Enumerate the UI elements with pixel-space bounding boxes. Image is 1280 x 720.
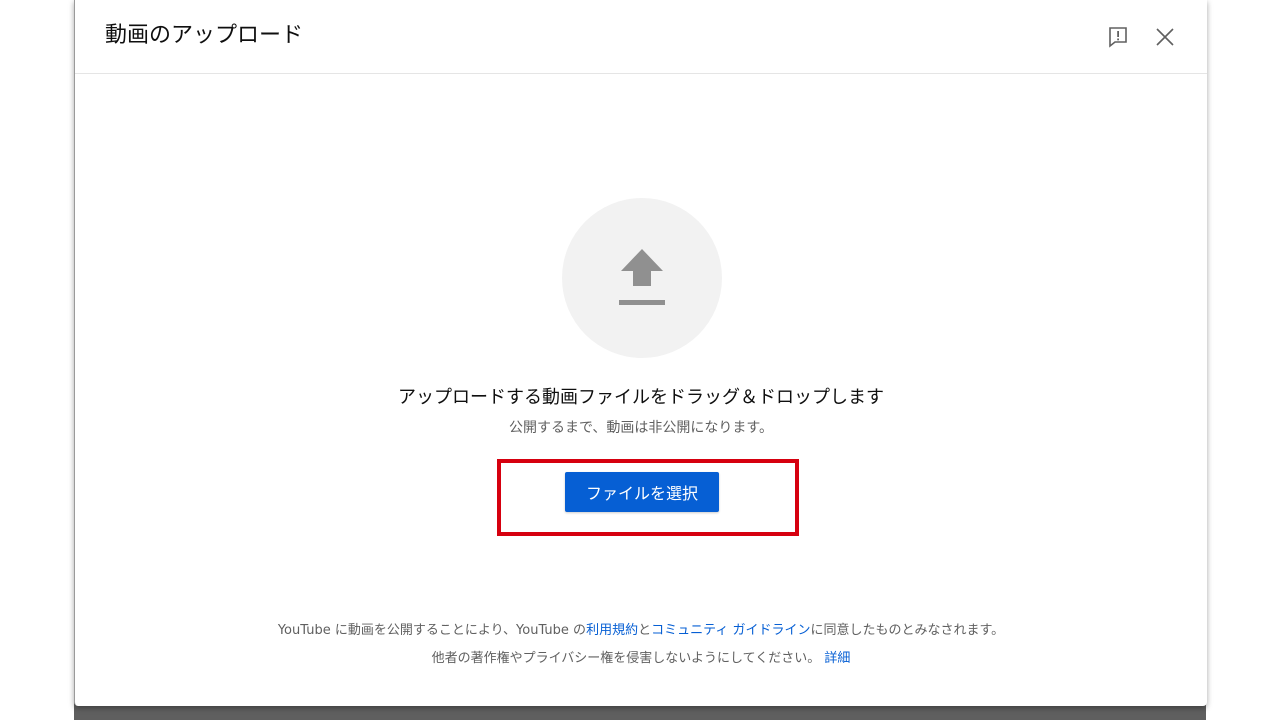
terms-notice: YouTube に動画を公開することにより、YouTube の利用規約とコミュニ… bbox=[75, 622, 1207, 640]
close-button[interactable] bbox=[1150, 22, 1180, 52]
terms-notice-text-3: に同意したものとみなされます。 bbox=[810, 623, 1005, 638]
close-icon bbox=[1156, 28, 1174, 46]
private-notice: 公開するまで、動画は非公開になります。 bbox=[508, 420, 774, 436]
feedback-button[interactable] bbox=[1103, 22, 1133, 52]
dialog-header: 動画のアップロード bbox=[75, 0, 1207, 74]
learn-more-link[interactable]: 詳細 bbox=[824, 651, 850, 666]
terms-of-service-link[interactable]: 利用規約 bbox=[586, 623, 638, 638]
select-file-button[interactable]: ファイルを選択 bbox=[565, 472, 719, 512]
terms-notice-text-2: と bbox=[638, 623, 652, 638]
upload-arrow-icon bbox=[619, 249, 665, 305]
terms-notice-text-1: YouTube に動画を公開することにより、YouTube の bbox=[277, 623, 587, 638]
drag-drop-instruction: アップロードする動画ファイルをドラッグ＆ドロップします bbox=[398, 387, 884, 408]
dialog-title: 動画のアップロード bbox=[105, 23, 304, 48]
upload-dialog: 動画のアップロード アップロードする動画ファイルをドラッグ＆ドロップします 公開… bbox=[74, 0, 1207, 706]
feedback-icon bbox=[1109, 27, 1127, 48]
copyright-notice-text: 他者の著作権やプライバシー権を侵害しないようにしてください。 bbox=[431, 651, 825, 666]
community-guidelines-link[interactable]: コミュニティ ガイドライン bbox=[651, 623, 810, 638]
copyright-notice: 他者の著作権やプライバシー権を侵害しないようにしてください。 詳細 bbox=[75, 650, 1207, 668]
upload-dropzone-circle[interactable] bbox=[562, 198, 722, 358]
